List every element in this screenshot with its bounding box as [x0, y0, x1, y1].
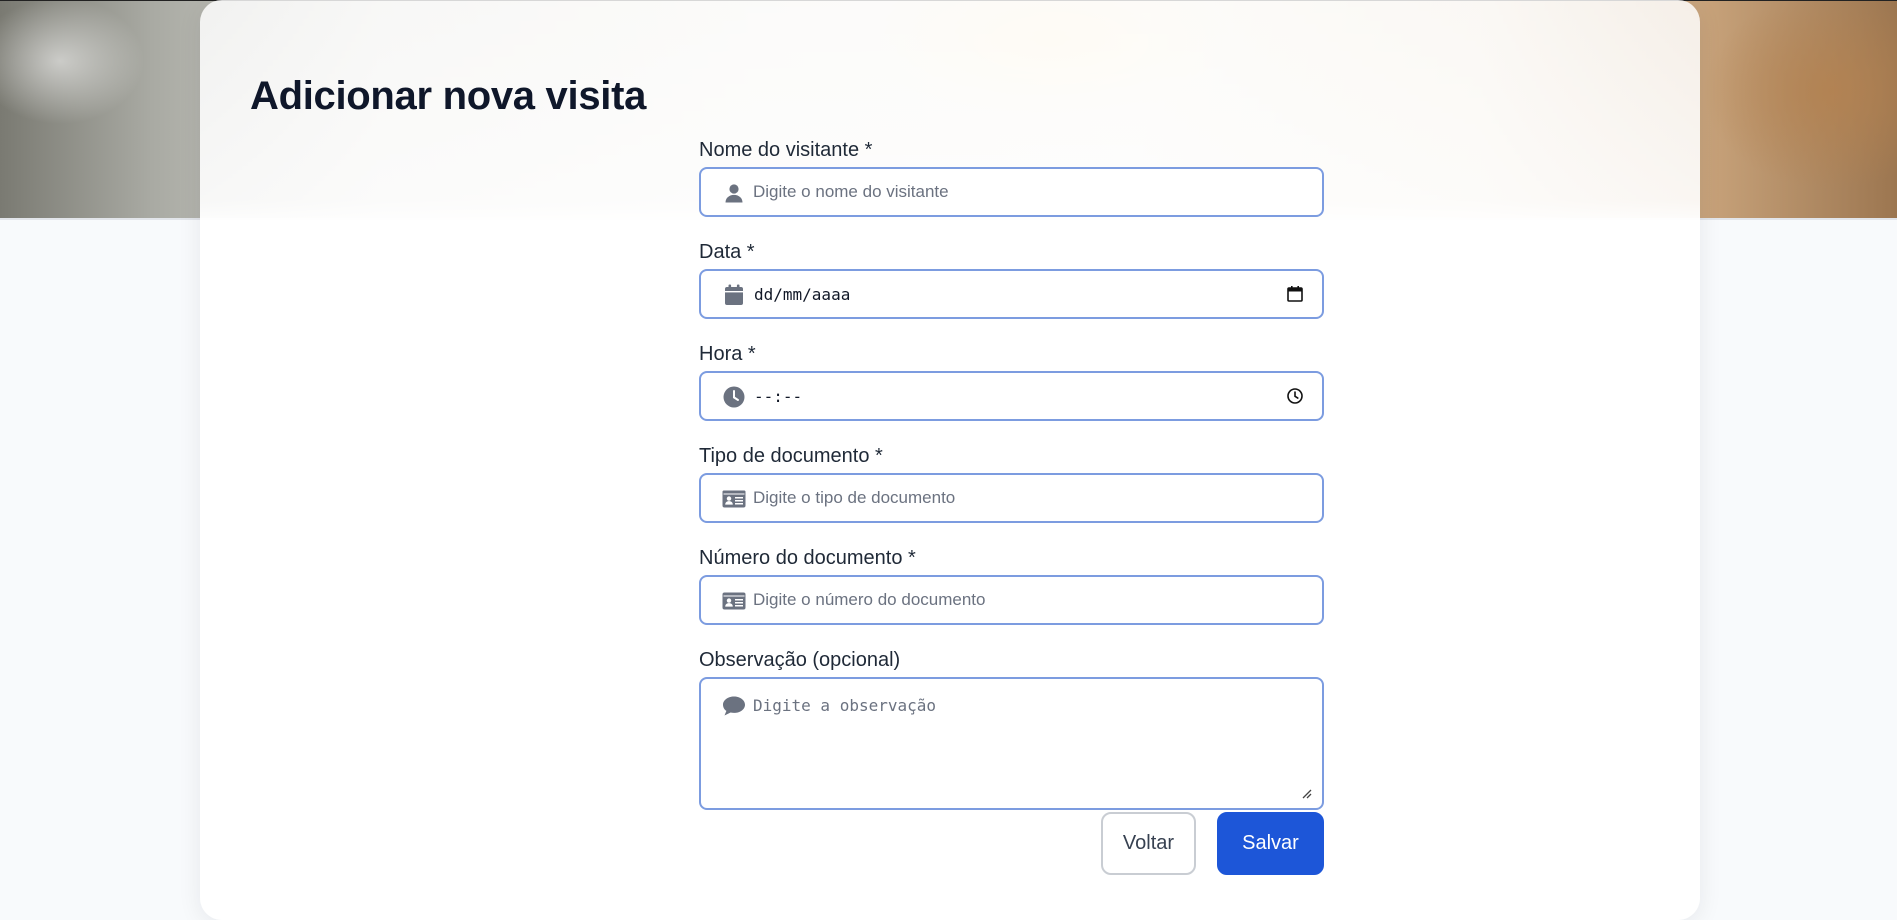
back-button[interactable]: Voltar	[1101, 812, 1196, 875]
observation-textarea[interactable]: Digite a observação	[699, 677, 1324, 810]
visitor-name-placeholder: Digite o nome do visitante	[753, 182, 949, 201]
calendar-picker-icon[interactable]	[1286, 285, 1304, 303]
date-label: Data *	[699, 241, 755, 263]
calendar-icon	[722, 284, 746, 306]
time-input[interactable]: --:--	[699, 371, 1324, 421]
visitor-name-label: Nome do visitante *	[699, 139, 873, 161]
observation-label: Observação (opcional)	[699, 649, 901, 671]
save-button[interactable]: Salvar	[1217, 812, 1324, 875]
document-number-placeholder: Digite o número do documento	[753, 590, 986, 609]
comment-icon	[722, 695, 746, 717]
observation-field: Observação (opcional) Digite a observaçã…	[699, 649, 1324, 810]
add-visit-form: Nome do visitante * Digite o nome do vis…	[699, 139, 1324, 830]
document-number-field: Número do documento * Digite o número do…	[699, 547, 1324, 625]
document-number-label: Número do documento *	[699, 547, 916, 569]
time-placeholder: --:--	[754, 387, 803, 406]
id-card-icon	[722, 590, 746, 612]
date-input[interactable]: dd/mm/aaaa	[699, 269, 1324, 319]
document-type-input[interactable]: Digite o tipo de documento	[699, 473, 1324, 523]
observation-placeholder: Digite a observação	[753, 696, 937, 715]
page-title: Adicionar nova visita	[250, 74, 647, 118]
clock-icon	[722, 386, 746, 408]
visitor-name-input[interactable]: Digite o nome do visitante	[699, 167, 1324, 217]
form-actions: Voltar Salvar	[1101, 812, 1324, 875]
time-label: Hora *	[699, 343, 756, 365]
resize-handle-icon[interactable]	[1300, 786, 1312, 799]
user-icon	[722, 182, 746, 204]
document-number-input[interactable]: Digite o número do documento	[699, 575, 1324, 625]
time-field: Hora * --:--	[699, 343, 1324, 421]
visitor-name-field: Nome do visitante * Digite o nome do vis…	[699, 139, 1324, 217]
document-type-label: Tipo de documento *	[699, 445, 883, 467]
date-field: Data * dd/mm/aaaa	[699, 241, 1324, 319]
document-type-field: Tipo de documento * Digite o tipo de doc…	[699, 445, 1324, 523]
date-placeholder: dd/mm/aaaa	[754, 285, 851, 304]
time-picker-icon[interactable]	[1286, 387, 1304, 405]
document-type-placeholder: Digite o tipo de documento	[753, 488, 956, 507]
id-card-icon	[722, 488, 746, 510]
